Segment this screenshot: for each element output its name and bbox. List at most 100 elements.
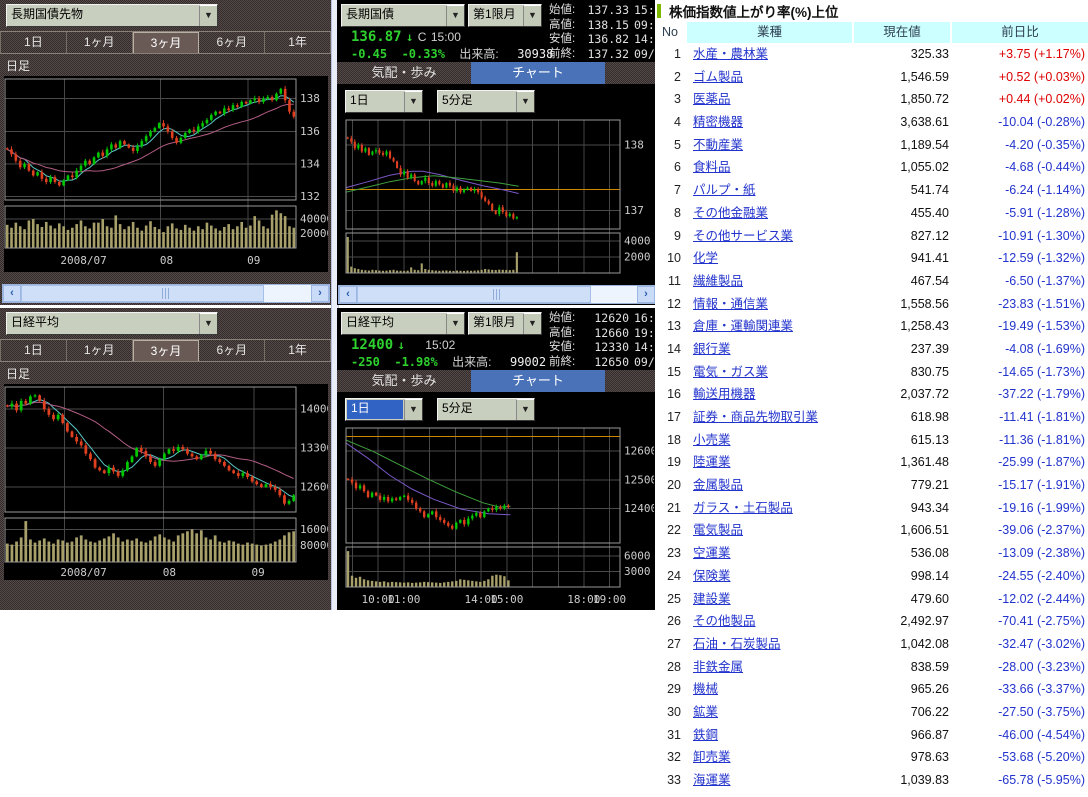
- tab-chart[interactable]: チャート: [471, 370, 605, 392]
- industry-link[interactable]: ゴム製品: [693, 70, 743, 84]
- industry-link[interactable]: 鉄鋼: [693, 728, 718, 742]
- industry-link[interactable]: 食料品: [693, 160, 731, 174]
- industry-link[interactable]: 不動産業: [693, 138, 743, 152]
- industry-link[interactable]: 証券・商品先物取引業: [693, 410, 818, 424]
- contract-month-dropdown[interactable]: 第1限月 ▼: [468, 312, 542, 335]
- ohlc-label: 安値:: [549, 340, 583, 355]
- current-value: 2,492.97: [853, 610, 949, 633]
- scroll-left-icon[interactable]: ‹: [3, 285, 21, 302]
- bond-daily-chart: 13813613413240000200002008/070809: [4, 76, 328, 272]
- industry-link[interactable]: 輸送用機器: [693, 387, 756, 401]
- ohlc-value: 12660: [583, 326, 629, 341]
- chevron-down-icon[interactable]: ▼: [516, 399, 534, 420]
- scrollbar-track[interactable]: [21, 285, 311, 302]
- chevron-down-icon[interactable]: ▼: [404, 91, 422, 112]
- industry-cell: 電気製品: [681, 519, 853, 542]
- industry-cell: 情報・通信業: [681, 293, 853, 316]
- chevron-down-icon[interactable]: ▼: [199, 313, 217, 334]
- industry-link[interactable]: 繊維製品: [693, 274, 743, 288]
- bond-intraday-chart: 13813740002000: [338, 117, 654, 283]
- industry-link[interactable]: 電気製品: [693, 523, 743, 537]
- tab-1day[interactable]: 1日: [0, 340, 67, 361]
- ohlc-time: 19:: [629, 326, 655, 341]
- current-value: 618.98: [853, 406, 949, 429]
- change-value: -12.59 (-1.32%): [949, 247, 1088, 270]
- chevron-down-icon[interactable]: ▼: [523, 313, 541, 334]
- scrollbar-track[interactable]: [357, 286, 637, 303]
- industry-cell: 卸売業: [681, 746, 853, 769]
- tab-1year[interactable]: 1年: [265, 340, 331, 361]
- chevron-down-icon[interactable]: ▼: [446, 5, 464, 26]
- interval-dropdown[interactable]: 1日 ▼: [345, 90, 423, 113]
- industry-link[interactable]: 金属製品: [693, 478, 743, 492]
- tab-6month[interactable]: 6ヶ月: [199, 32, 265, 53]
- industry-link[interactable]: 保険業: [693, 569, 731, 583]
- instrument-dropdown[interactable]: 日経平均 ▼: [341, 312, 465, 335]
- industry-link[interactable]: パルプ・紙: [693, 183, 756, 197]
- industry-link[interactable]: 銀行業: [693, 342, 731, 356]
- industry-link[interactable]: 非鉄金属: [693, 660, 743, 674]
- industry-link[interactable]: ガラス・土石製品: [693, 501, 793, 515]
- industry-link[interactable]: 医薬品: [693, 92, 731, 106]
- ohlc-row: 安値:136.8214:: [549, 32, 655, 47]
- industry-link[interactable]: 機械: [693, 682, 718, 696]
- current-value: 1,042.08: [853, 633, 949, 656]
- industry-link[interactable]: その他製品: [693, 614, 756, 628]
- tab-6month[interactable]: 6ヶ月: [199, 340, 265, 361]
- scroll-left-icon[interactable]: ‹: [339, 286, 357, 303]
- contract-month-dropdown[interactable]: 第1限月 ▼: [468, 4, 542, 27]
- chart-scrollbar[interactable]: ‹ ›: [338, 285, 655, 304]
- ohlc-time: 15:: [629, 3, 655, 18]
- industry-link[interactable]: 電気・ガス業: [693, 365, 768, 379]
- industry-link[interactable]: その他サービス業: [693, 229, 793, 243]
- bar-size-dropdown[interactable]: 5分足 ▼: [437, 90, 535, 113]
- industry-link[interactable]: 精密機器: [693, 115, 743, 129]
- chevron-down-icon[interactable]: ▼: [199, 5, 217, 26]
- industry-link[interactable]: 建設業: [693, 592, 731, 606]
- chevron-down-icon[interactable]: ▼: [404, 399, 422, 420]
- industry-link[interactable]: 鉱業: [693, 705, 718, 719]
- tab-chart[interactable]: チャート: [471, 62, 605, 84]
- tab-3month[interactable]: 3ヶ月: [133, 340, 200, 361]
- chevron-down-icon[interactable]: ▼: [523, 5, 541, 26]
- chevron-down-icon[interactable]: ▼: [516, 91, 534, 112]
- industry-link[interactable]: 情報・通信業: [693, 297, 768, 311]
- tab-1day[interactable]: 1日: [0, 32, 67, 53]
- industry-link[interactable]: 石油・石炭製品: [693, 637, 781, 651]
- table-row: 32卸売業978.63-53.68 (-5.20%): [655, 746, 1088, 769]
- instrument-dropdown[interactable]: 長期国債先物 ▼: [6, 4, 218, 27]
- scrollbar-thumb[interactable]: [357, 286, 591, 303]
- industry-link[interactable]: 小売業: [693, 433, 731, 447]
- tab-3month[interactable]: 3ヶ月: [133, 32, 200, 53]
- table-row: 17証券・商品先物取引業618.98-11.41 (-1.81%): [655, 406, 1088, 429]
- tab-1year[interactable]: 1年: [265, 32, 331, 53]
- tab-quote-board[interactable]: 気配・歩み: [337, 62, 471, 84]
- scrollbar-thumb[interactable]: [21, 285, 264, 302]
- industry-link[interactable]: 倉庫・運輸関連業: [693, 319, 793, 333]
- title-accent-bar: [657, 4, 661, 18]
- industry-link[interactable]: 陸運業: [693, 455, 731, 469]
- ohlc-row: 高値:1266019:: [549, 326, 655, 341]
- bar-size-dropdown[interactable]: 5分足 ▼: [437, 398, 535, 421]
- scroll-right-icon[interactable]: ›: [637, 286, 655, 303]
- tab-quote-board[interactable]: 気配・歩み: [337, 370, 471, 392]
- industry-link[interactable]: 水産・農林業: [693, 47, 768, 61]
- rank-number: 1: [655, 43, 681, 66]
- instrument-dropdown[interactable]: 日経平均 ▼: [6, 312, 218, 335]
- industry-link[interactable]: その他金融業: [693, 206, 768, 220]
- scroll-right-icon[interactable]: ›: [311, 285, 329, 302]
- interval-dropdown[interactable]: 1日 ▼: [345, 398, 423, 421]
- ohlc-time: 09/: [629, 355, 655, 370]
- tab-1month[interactable]: 1ヶ月: [67, 340, 133, 361]
- current-value: 1,361.48: [853, 451, 949, 474]
- industry-link[interactable]: 空運業: [693, 546, 731, 560]
- chevron-down-icon[interactable]: ▼: [446, 313, 464, 334]
- industry-link[interactable]: 卸売業: [693, 750, 731, 764]
- chart-scrollbar[interactable]: ‹ ›: [2, 284, 330, 303]
- industry-link[interactable]: 海運業: [693, 773, 731, 787]
- tab-1month[interactable]: 1ヶ月: [67, 32, 133, 53]
- instrument-dropdown[interactable]: 長期国債 ▼: [341, 4, 465, 27]
- trading-workspace: 長期国債先物 ▼ 1日 1ヶ月 3ヶ月 6ヶ月 1年 日足 1381361341…: [0, 0, 1088, 797]
- industry-link[interactable]: 化学: [693, 251, 718, 265]
- ohlc-value: 136.82: [583, 32, 629, 47]
